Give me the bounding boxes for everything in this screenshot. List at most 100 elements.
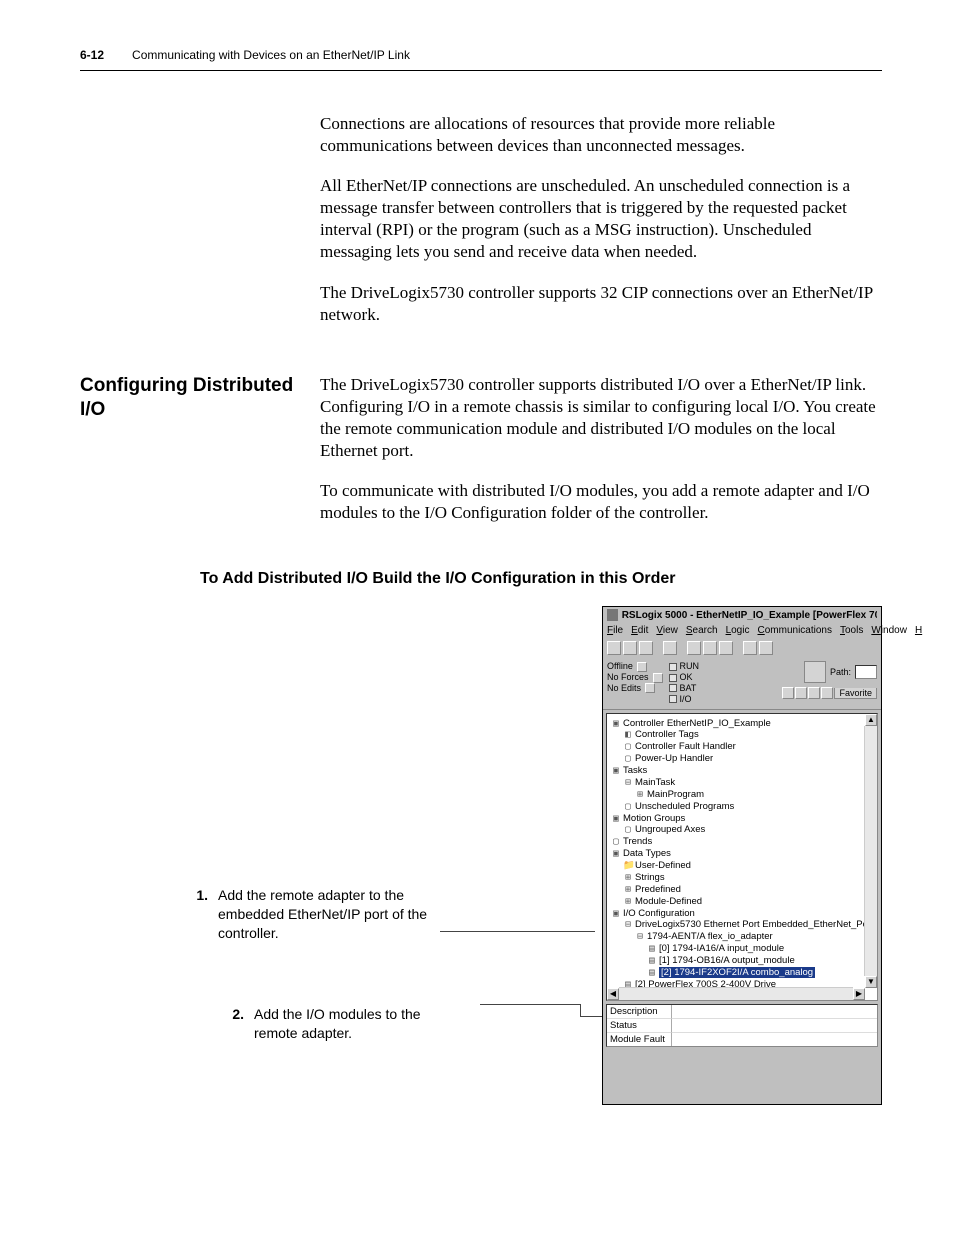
tree-glyph-icon: ⊟ xyxy=(635,931,645,943)
tree-node[interactable]: ▣Motion Groups xyxy=(611,813,875,825)
led-icon xyxy=(669,674,677,682)
nav-button[interactable] xyxy=(782,687,794,699)
tree-glyph-icon: ▣ xyxy=(611,718,621,730)
menu-tools[interactable]: Tools xyxy=(840,625,863,636)
network-icon[interactable] xyxy=(804,661,826,683)
steps-column: 1. Add the remote adapter to the embedde… xyxy=(80,606,602,1104)
step-text: Add the I/O modules to the remote adapte… xyxy=(254,1005,464,1043)
path-input[interactable] xyxy=(855,665,877,679)
menu-file[interactable]: File xyxy=(607,625,623,636)
tree-node[interactable]: ▤[2] 1794-IF2XOF2I/A combo_analog xyxy=(611,967,875,979)
tree-node[interactable]: 📁User-Defined xyxy=(611,860,875,872)
toolbar-button[interactable] xyxy=(759,641,773,655)
menu-search[interactable]: Search xyxy=(686,625,718,636)
status-dropdown[interactable] xyxy=(645,683,655,693)
tree-node-label: MainProgram xyxy=(647,789,704,800)
scroll-left-icon[interactable]: ◀ xyxy=(607,988,619,1000)
status-toolbar: Offline No Forces No Edits RUN OK BAT I/… xyxy=(603,658,881,709)
toolbar-button[interactable] xyxy=(687,641,701,655)
property-value xyxy=(672,1005,877,1019)
tree-node-label: Ungrouped Axes xyxy=(635,824,705,835)
led-icon xyxy=(669,663,677,671)
property-key: Description xyxy=(607,1005,672,1019)
section-heading: Configuring Distributed I/O xyxy=(80,374,320,543)
scroll-down-icon[interactable]: ▼ xyxy=(865,976,877,988)
tree-node[interactable]: ⊟DriveLogix5730 Ethernet Port Embedded_E… xyxy=(611,919,875,931)
toolbar-button[interactable] xyxy=(663,641,677,655)
property-value xyxy=(672,1019,877,1033)
running-head: 6-12 Communicating with Devices on an Et… xyxy=(80,48,882,62)
scroll-right-icon[interactable]: ▶ xyxy=(853,988,865,1000)
leader-line xyxy=(480,1004,580,1005)
tree-node-label: Module-Defined xyxy=(635,896,702,907)
toolbar-button[interactable] xyxy=(639,641,653,655)
controller-leds: RUN OK BAT I/O xyxy=(669,661,700,704)
header-rule xyxy=(80,70,882,71)
toolbar-button[interactable] xyxy=(623,641,637,655)
status-dropdown[interactable] xyxy=(637,662,647,672)
nav-button[interactable] xyxy=(808,687,820,699)
tree-glyph-icon: ▢ xyxy=(623,824,633,836)
tree-node[interactable]: ◧Controller Tags xyxy=(611,729,875,741)
menu-help[interactable]: H xyxy=(915,625,922,636)
scrollbar-horizontal[interactable] xyxy=(619,987,853,1000)
menu-window[interactable]: Window xyxy=(871,625,907,636)
window-title: RSLogix 5000 - EtherNetIP_IO_Example [Po… xyxy=(622,610,877,621)
step-text: Add the remote adapter to the embedded E… xyxy=(218,886,428,943)
tree-node-label: Unscheduled Programs xyxy=(635,801,734,812)
tree-node[interactable]: ▢Controller Fault Handler xyxy=(611,741,875,753)
toolbar-button[interactable] xyxy=(743,641,757,655)
scrollbar-vertical[interactable] xyxy=(864,726,877,976)
tree-node[interactable]: ▢Ungrouped Axes xyxy=(611,824,875,836)
titlebar[interactable]: RSLogix 5000 - EtherNetIP_IO_Example [Po… xyxy=(603,607,881,623)
tree-node[interactable]: ▢Trends xyxy=(611,836,875,848)
section-paragraph: The DriveLogix5730 controller supports d… xyxy=(320,374,882,462)
tree-node-label: [2] 1794-IF2XOF2I/A combo_analog xyxy=(659,967,815,978)
status-noedits: No Edits xyxy=(607,683,641,694)
leader-line xyxy=(440,931,595,932)
tree-glyph-icon: ▤ xyxy=(647,967,657,979)
tree-pane[interactable]: ▲ ▼ ◀ ▶ ▣Controller EtherNetIP_IO_Exampl… xyxy=(606,713,878,1001)
toolbar-button[interactable] xyxy=(719,641,733,655)
tree-node[interactable]: ▣Tasks xyxy=(611,765,875,777)
property-row: Description xyxy=(607,1005,877,1019)
tree-node[interactable]: ⊟MainTask xyxy=(611,777,875,789)
toolbar-button[interactable] xyxy=(607,641,621,655)
menu-logic[interactable]: Logic xyxy=(726,625,750,636)
tree-node[interactable]: ▢Power-Up Handler xyxy=(611,753,875,765)
tree-glyph-icon: ▣ xyxy=(611,765,621,777)
tree-node[interactable]: ▣Controller EtherNetIP_IO_Example xyxy=(611,718,875,730)
path-and-nav: Path: Favorite xyxy=(782,661,877,699)
tree-glyph-icon: ⊟ xyxy=(623,919,633,931)
scroll-up-icon[interactable]: ▲ xyxy=(865,714,877,726)
subheading: To Add Distributed I/O Build the I/O Con… xyxy=(200,570,882,588)
intro-paragraph: The DriveLogix5730 controller supports 3… xyxy=(320,282,882,326)
tree-node[interactable]: ▤[1] 1794-OB16/A output_module xyxy=(611,955,875,967)
nav-button[interactable] xyxy=(821,687,833,699)
status-dropdown[interactable] xyxy=(653,673,663,683)
tree-glyph-icon: 📁 xyxy=(623,860,633,872)
menu-communications[interactable]: Communications xyxy=(757,625,832,636)
tree-glyph-icon: ▢ xyxy=(623,753,633,765)
tree-node-label: 1794-AENT/A flex_io_adapter xyxy=(647,931,773,942)
tree-node-label: Tasks xyxy=(623,765,647,776)
tree-node[interactable]: ▣I/O Configuration xyxy=(611,908,875,920)
favorites-tab[interactable]: Favorite xyxy=(834,688,877,699)
toolbar-button[interactable] xyxy=(703,641,717,655)
tree-node[interactable]: ▣Data Types xyxy=(611,848,875,860)
menu-edit[interactable]: Edit xyxy=(631,625,648,636)
leader-line xyxy=(580,1016,604,1017)
tree-node[interactable]: ⊞MainProgram xyxy=(611,789,875,801)
section-paragraph: To communicate with distributed I/O modu… xyxy=(320,480,882,524)
tree-node[interactable]: ▢Unscheduled Programs xyxy=(611,801,875,813)
leader-line xyxy=(580,1004,581,1016)
tree-node[interactable]: ⊞Module-Defined xyxy=(611,896,875,908)
tree-node[interactable]: ⊞Predefined xyxy=(611,884,875,896)
tree-node-label: [0] 1794-IA16/A input_module xyxy=(659,943,784,954)
tree-node[interactable]: ▤[0] 1794-IA16/A input_module xyxy=(611,943,875,955)
tree-node[interactable]: ⊟1794-AENT/A flex_io_adapter xyxy=(611,931,875,943)
tree-glyph-icon: ▣ xyxy=(611,813,621,825)
tree-node[interactable]: ⊞Strings xyxy=(611,872,875,884)
nav-button[interactable] xyxy=(795,687,807,699)
menu-view[interactable]: View xyxy=(656,625,678,636)
